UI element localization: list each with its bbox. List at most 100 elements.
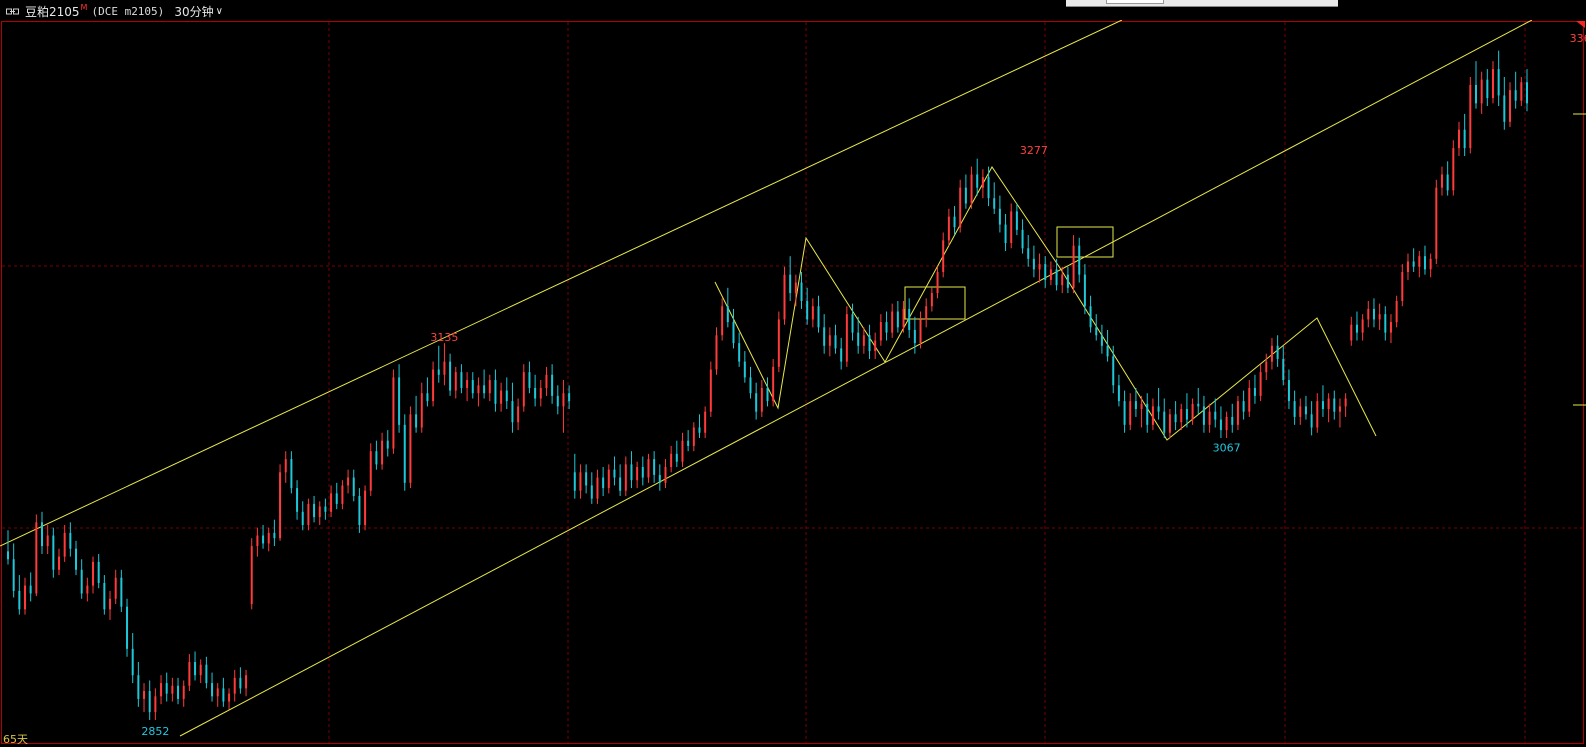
candle-body bbox=[403, 424, 406, 483]
candle-body bbox=[1457, 129, 1460, 149]
candle-body bbox=[267, 532, 270, 544]
candle bbox=[313, 496, 316, 523]
candle bbox=[800, 272, 803, 309]
candle bbox=[981, 169, 984, 199]
candle bbox=[80, 559, 83, 599]
candle-body bbox=[188, 662, 191, 686]
candle bbox=[1270, 337, 1273, 370]
candle bbox=[1418, 250, 1421, 278]
candle-body bbox=[1355, 324, 1358, 333]
candle-body bbox=[998, 208, 1001, 225]
candle bbox=[953, 206, 956, 236]
candle-body bbox=[1401, 272, 1404, 301]
candle-body bbox=[749, 377, 752, 394]
candle bbox=[1293, 390, 1296, 425]
candle-body bbox=[925, 306, 928, 320]
candle-body bbox=[154, 696, 157, 713]
candle-body bbox=[902, 308, 905, 328]
candles-layer bbox=[7, 50, 1528, 720]
candle bbox=[318, 501, 321, 525]
candle bbox=[126, 598, 129, 657]
candle bbox=[1259, 364, 1262, 402]
chart-grid bbox=[2, 22, 1584, 743]
link-icon[interactable] bbox=[6, 7, 19, 16]
candle bbox=[335, 482, 338, 510]
candle bbox=[1446, 161, 1449, 196]
candle bbox=[290, 451, 293, 494]
channel-upper-line bbox=[0, 20, 1123, 547]
candle bbox=[1078, 237, 1081, 283]
candle-body bbox=[222, 688, 225, 702]
candle bbox=[109, 590, 112, 620]
popup-field[interactable] bbox=[1106, 0, 1164, 4]
candle-body bbox=[471, 380, 474, 394]
candle bbox=[398, 364, 401, 433]
candle bbox=[1333, 390, 1336, 420]
candlestick-chart[interactable]: 3135 3277 3067 3362 2852 bbox=[0, 20, 1586, 745]
candle-body bbox=[817, 306, 820, 328]
candle bbox=[823, 314, 826, 354]
candle-body bbox=[1361, 319, 1364, 333]
candle-body bbox=[358, 496, 361, 525]
candle bbox=[12, 543, 15, 598]
candle-body bbox=[1333, 398, 1336, 412]
candle bbox=[1044, 256, 1047, 288]
candle-body bbox=[1508, 90, 1511, 122]
candle bbox=[1304, 395, 1307, 420]
candle bbox=[1401, 264, 1404, 307]
candle bbox=[1214, 398, 1217, 428]
candle bbox=[755, 382, 758, 420]
candle-body bbox=[477, 385, 480, 394]
candle bbox=[1361, 314, 1364, 341]
candle-body bbox=[607, 469, 610, 489]
candle bbox=[942, 232, 945, 278]
candle bbox=[1242, 390, 1245, 420]
price-label-high: 3277 bbox=[1020, 144, 1048, 157]
candle bbox=[205, 656, 208, 689]
candle bbox=[449, 353, 452, 396]
candle bbox=[862, 327, 865, 354]
candle-body bbox=[1406, 261, 1409, 272]
candle-body bbox=[1474, 84, 1477, 104]
candle bbox=[1503, 76, 1506, 130]
candle-body bbox=[885, 322, 888, 333]
candle bbox=[216, 683, 219, 707]
candle bbox=[330, 485, 333, 518]
candle-body bbox=[1049, 269, 1052, 280]
consolidation-box-1 bbox=[904, 286, 966, 320]
candle-body bbox=[182, 685, 185, 699]
candle bbox=[607, 464, 610, 494]
candle-body bbox=[1032, 258, 1035, 270]
candle-body bbox=[1248, 387, 1251, 412]
candle-body bbox=[1163, 411, 1166, 433]
candle-body bbox=[97, 561, 100, 583]
candle bbox=[1469, 76, 1472, 154]
chevron-down-icon[interactable]: ∨ bbox=[216, 6, 223, 17]
candle bbox=[301, 501, 304, 531]
candle-body bbox=[415, 414, 418, 428]
candle-body bbox=[879, 322, 882, 341]
candle-body bbox=[1304, 406, 1307, 415]
period-selector[interactable]: 30分钟 bbox=[174, 3, 213, 20]
candle-body bbox=[653, 459, 656, 475]
candle bbox=[24, 577, 27, 615]
candle bbox=[573, 453, 576, 499]
price-label-high: 3135 bbox=[430, 331, 458, 344]
candle-body bbox=[500, 390, 503, 404]
candle bbox=[1168, 409, 1171, 439]
candle bbox=[1248, 380, 1251, 417]
candle-body bbox=[1066, 274, 1069, 288]
candle bbox=[840, 337, 843, 370]
candle bbox=[1480, 71, 1483, 114]
symbol-name[interactable]: 豆粕2105 bbox=[25, 3, 80, 20]
candle-body bbox=[1083, 274, 1086, 307]
candle bbox=[267, 527, 270, 552]
candle bbox=[420, 382, 423, 433]
candle bbox=[919, 311, 922, 349]
candle-body bbox=[92, 561, 95, 586]
candle-body bbox=[919, 319, 922, 344]
candle-body bbox=[664, 467, 667, 483]
candle bbox=[52, 527, 55, 578]
candle-body bbox=[126, 606, 129, 649]
candle-body bbox=[675, 453, 678, 462]
